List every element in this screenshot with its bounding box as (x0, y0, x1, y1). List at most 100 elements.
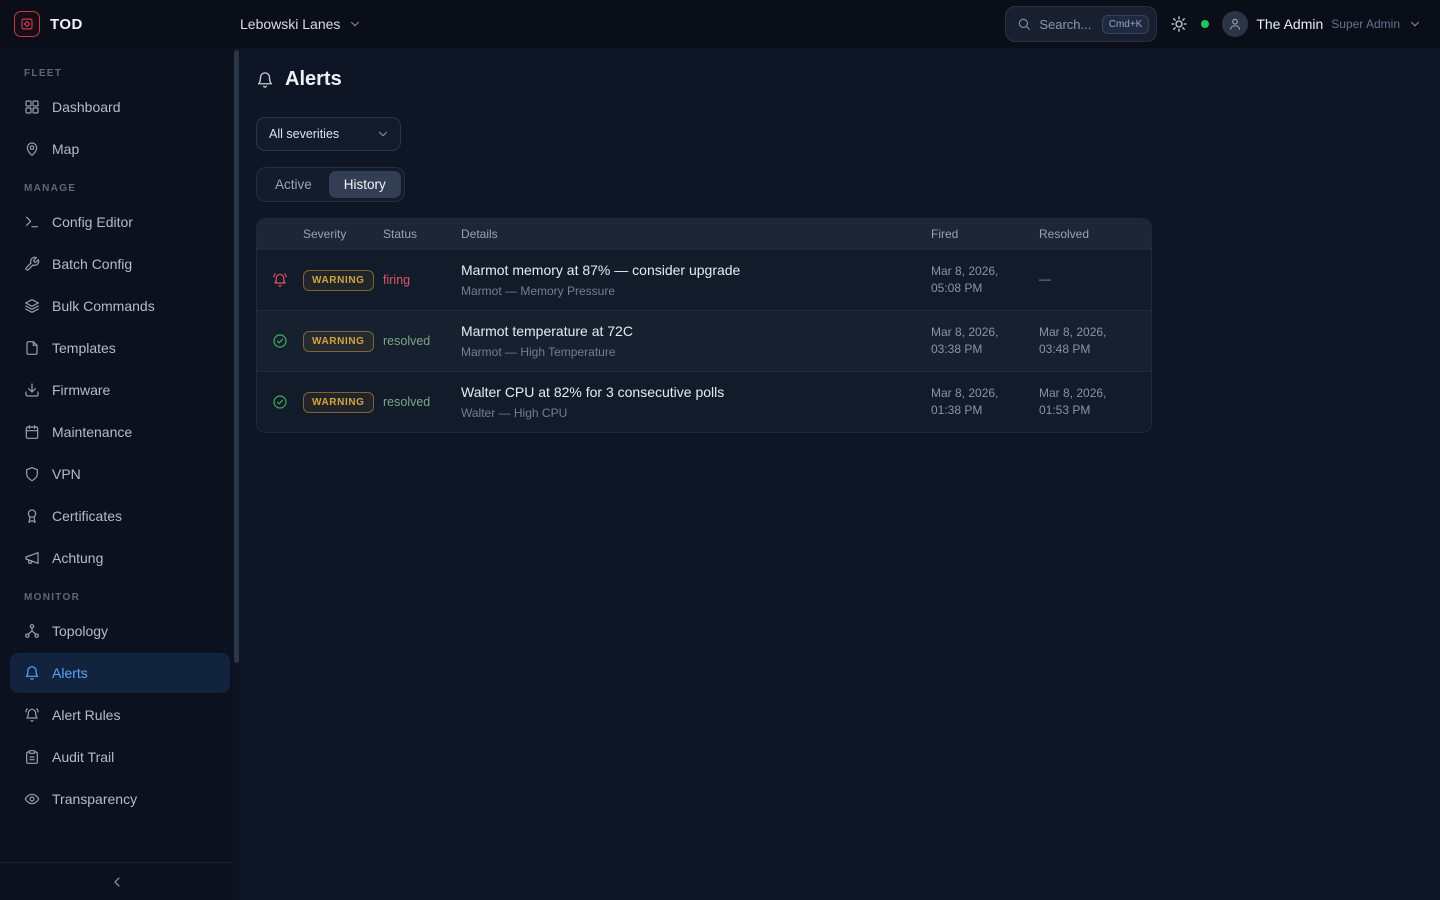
severity-filter-value: All severities (269, 127, 339, 141)
fired-timestamp: Mar 8, 2026, 03:38 PM (931, 324, 1039, 359)
org-selector-label: Lebowski Lanes (240, 16, 340, 32)
sidebar-item-audit-trail[interactable]: Audit Trail (10, 737, 230, 777)
sidebar-scrollbar-thumb[interactable] (234, 50, 239, 663)
search-icon (1017, 17, 1031, 31)
bell-alert-icon (272, 272, 288, 288)
calendar-icon (24, 424, 40, 440)
download-icon (24, 382, 40, 398)
sidebar-item-alerts[interactable]: Alerts (10, 653, 230, 693)
severity-filter-select[interactable]: All severities (256, 117, 401, 151)
severity-badge: WARNING (303, 331, 374, 352)
table-row[interactable]: WARNING firing Marmot memory at 87% — co… (257, 249, 1151, 310)
file-icon (24, 340, 40, 356)
sun-icon (1170, 15, 1188, 33)
sidebar-item-vpn[interactable]: VPN (10, 454, 230, 494)
user-menu[interactable]: The Admin Super Admin (1222, 11, 1422, 37)
sidebar-item-transparency[interactable]: Transparency (10, 779, 230, 819)
sidebar-item-maintenance[interactable]: Maintenance (10, 412, 230, 452)
user-icon (1228, 17, 1242, 31)
resolved-timestamp: Mar 8, 2026, 01:53 PM (1039, 385, 1151, 420)
shield-icon (24, 466, 40, 482)
brand: TOD (0, 11, 240, 37)
fired-timestamp: Mar 8, 2026, 01:38 PM (931, 385, 1039, 420)
check-circle-icon (272, 394, 288, 410)
network-icon (24, 623, 40, 639)
avatar (1222, 11, 1248, 37)
connection-status-dot (1201, 20, 1209, 28)
chevron-left-icon (109, 874, 125, 890)
chevron-down-icon (348, 17, 362, 31)
col-severity: Severity (303, 227, 383, 241)
severity-badge: WARNING (303, 270, 374, 291)
sidebar-item-batch-config[interactable]: Batch Config (10, 244, 230, 284)
bell-icon (24, 665, 40, 681)
org-selector[interactable]: Lebowski Lanes (240, 16, 362, 32)
fired-timestamp: Mar 8, 2026, 05:08 PM (931, 263, 1039, 298)
status-text: resolved (383, 395, 461, 409)
sidebar-item-certificates[interactable]: Certificates (10, 496, 230, 536)
alert-title: Marmot temperature at 72C (461, 323, 931, 339)
topbar-right: Cmd+K The Admin Super Admin (1005, 6, 1440, 42)
app-window: TOD Lebowski Lanes Cmd+K The Admin Super… (0, 0, 1440, 900)
sidebar: FLEET Dashboard Map MANAGE Config Editor… (0, 48, 240, 900)
terminal-icon (24, 214, 40, 230)
sidebar-scrollbar (233, 48, 240, 900)
table-header: Severity Status Details Fired Resolved (257, 219, 1151, 249)
sidebar-item-map[interactable]: Map (10, 129, 230, 169)
alerts-tabs: Active History (256, 167, 405, 202)
alert-title: Marmot memory at 87% — consider upgrade (461, 262, 931, 278)
tab-history[interactable]: History (329, 171, 401, 198)
severity-badge: WARNING (303, 392, 374, 413)
user-role-badge: Super Admin (1331, 17, 1400, 31)
sidebar-item-config-editor[interactable]: Config Editor (10, 202, 230, 242)
table-row[interactable]: WARNING resolved Marmot temperature at 7… (257, 310, 1151, 371)
sidebar-item-topology[interactable]: Topology (10, 611, 230, 651)
main-content: Alerts All severities Active History Sev… (240, 48, 1440, 900)
table-row[interactable]: WARNING resolved Walter CPU at 82% for 3… (257, 371, 1151, 432)
sidebar-collapse-button[interactable] (109, 874, 125, 890)
bell-ring-icon (24, 707, 40, 723)
status-text: resolved (383, 334, 461, 348)
alert-title: Walter CPU at 82% for 3 consecutive poll… (461, 384, 931, 400)
eye-icon (24, 791, 40, 807)
resolved-timestamp: Mar 8, 2026, 03:48 PM (1039, 324, 1151, 359)
sidebar-item-firmware[interactable]: Firmware (10, 370, 230, 410)
status-text: firing (383, 273, 461, 287)
search-field[interactable] (1039, 17, 1093, 32)
brand-logo-icon (14, 11, 40, 37)
sidebar-section-monitor: MONITOR (24, 592, 216, 603)
sidebar-section-manage: MANAGE (24, 183, 216, 194)
theme-toggle-button[interactable] (1170, 15, 1188, 33)
award-icon (24, 508, 40, 524)
sidebar-item-alert-rules[interactable]: Alert Rules (10, 695, 230, 735)
search-shortcut-badge: Cmd+K (1102, 15, 1150, 34)
sidebar-item-bulk-commands[interactable]: Bulk Commands (10, 286, 230, 326)
layout-grid-icon (24, 99, 40, 115)
resolved-timestamp: — (1039, 271, 1151, 288)
col-details: Details (461, 227, 931, 241)
chevron-down-icon (376, 127, 390, 141)
page-title: Alerts (285, 68, 342, 91)
brand-name: TOD (50, 16, 83, 33)
topbar: TOD Lebowski Lanes Cmd+K The Admin Super… (0, 0, 1440, 48)
clipboard-icon (24, 749, 40, 765)
alert-subtitle: Walter — High CPU (461, 406, 931, 420)
sidebar-item-templates[interactable]: Templates (10, 328, 230, 368)
col-status: Status (383, 227, 461, 241)
sidebar-item-dashboard[interactable]: Dashboard (10, 87, 230, 127)
page-header: Alerts (256, 68, 1424, 91)
bell-icon (256, 71, 274, 89)
chevron-down-icon (1408, 17, 1422, 31)
tab-active[interactable]: Active (260, 171, 327, 198)
layers-icon (24, 298, 40, 314)
wrench-icon (24, 256, 40, 272)
sidebar-item-achtung[interactable]: Achtung (10, 538, 230, 578)
sidebar-footer (0, 862, 233, 900)
sidebar-section-fleet: FLEET (24, 68, 216, 79)
megaphone-icon (24, 550, 40, 566)
alert-subtitle: Marmot — Memory Pressure (461, 284, 931, 298)
col-fired: Fired (931, 227, 1039, 241)
search-input[interactable]: Cmd+K (1005, 6, 1157, 42)
check-circle-icon (272, 333, 288, 349)
map-pin-icon (24, 141, 40, 157)
